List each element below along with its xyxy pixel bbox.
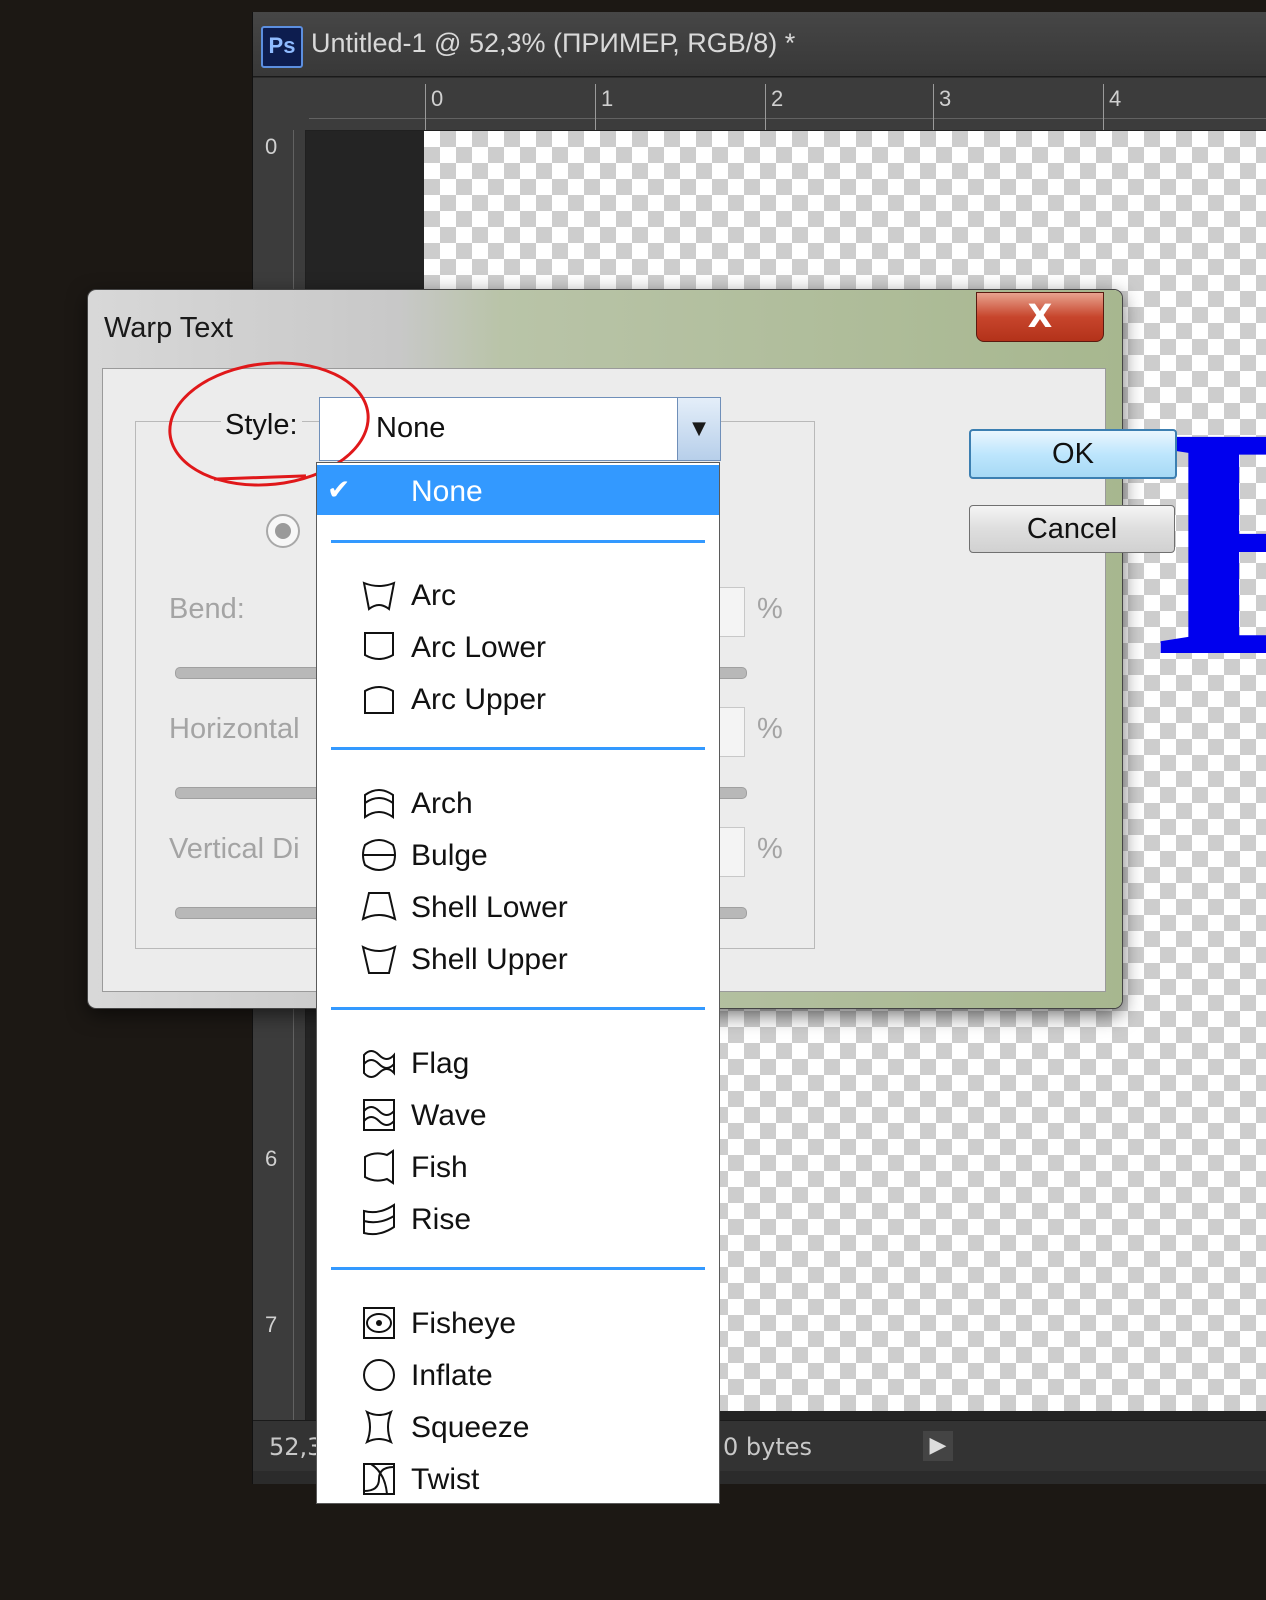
style-option-label: Bulge xyxy=(411,839,488,872)
style-option-label: Arc Upper xyxy=(411,683,547,716)
ruler-label: 0 xyxy=(265,134,278,159)
arc-icon xyxy=(362,581,396,611)
bulge-icon xyxy=(362,839,396,871)
chevron-down-icon[interactable]: ▼ xyxy=(677,398,720,460)
ruler-label: 2 xyxy=(771,86,784,111)
style-option-label: Shell Lower xyxy=(411,891,568,924)
document-titlebar[interactable]: Ps Untitled-1 @ 52,3% (ПРИМЕР, RGB/8) * xyxy=(253,12,1266,77)
style-option-squeeze[interactable]: Squeeze xyxy=(317,1401,719,1451)
flag-icon xyxy=(363,1050,395,1078)
ruler-label: 6 xyxy=(265,1146,278,1171)
cancel-button[interactable]: Cancel xyxy=(969,505,1175,553)
style-option-arch[interactable]: Arch xyxy=(317,777,719,827)
style-option-label: Shell Upper xyxy=(411,943,568,976)
ruler-label: 1 xyxy=(601,86,614,111)
horizontal-orientation-radio[interactable] xyxy=(266,514,300,548)
style-option-flag[interactable]: Flag xyxy=(317,1037,719,1087)
document-title: Untitled-1 @ 52,3% (ПРИМЕР, RGB/8) * xyxy=(311,28,796,58)
vertical-distortion-label: Vertical Di xyxy=(169,833,300,865)
inflate-icon xyxy=(363,1359,395,1391)
style-option-fish[interactable]: Fish xyxy=(317,1141,719,1191)
style-option-rise[interactable]: Rise xyxy=(317,1193,719,1243)
style-option-label: Twist xyxy=(411,1463,480,1496)
style-option-arc-lower[interactable]: Arc Lower xyxy=(317,621,719,671)
shell-upper-icon xyxy=(361,945,397,974)
style-option-label: Fish xyxy=(411,1151,468,1184)
style-option-bulge[interactable]: Bulge xyxy=(317,829,719,879)
style-option-none[interactable]: ✔ None xyxy=(317,465,719,515)
squeeze-icon xyxy=(365,1409,393,1445)
style-option-arc-upper[interactable]: Arc Upper xyxy=(317,673,719,723)
style-option-fisheye[interactable]: Fisheye xyxy=(317,1297,719,1347)
arc-lower-icon xyxy=(364,632,394,660)
fisheye-icon xyxy=(363,1307,395,1339)
bend-label: Bend: xyxy=(169,593,245,625)
style-option-label: Inflate xyxy=(411,1359,493,1392)
style-option-label: Arc xyxy=(411,579,456,612)
document-size-readout: 0 bytes xyxy=(723,1433,813,1461)
vertical-percent: % xyxy=(757,833,783,865)
separator xyxy=(331,747,705,750)
ruler-label: 0 xyxy=(431,86,444,111)
bend-percent: % xyxy=(757,593,783,625)
style-option-label: Wave xyxy=(411,1099,487,1132)
style-option-twist[interactable]: Twist xyxy=(317,1453,719,1503)
style-dropdown-list: ✔ None Arc Arc Lower Arc Upper Arch Bulg… xyxy=(316,462,720,1504)
separator xyxy=(331,540,705,543)
ruler-label: 3 xyxy=(939,86,952,111)
ruler-label: 4 xyxy=(1109,86,1122,111)
ok-button[interactable]: OK xyxy=(969,429,1177,479)
style-option-label: Fisheye xyxy=(411,1307,517,1340)
style-option-shell-lower[interactable]: Shell Lower xyxy=(317,881,719,931)
style-select-value: None xyxy=(376,412,446,444)
style-option-inflate[interactable]: Inflate xyxy=(317,1349,719,1399)
twist-icon xyxy=(363,1463,395,1495)
fish-icon xyxy=(364,1149,394,1185)
zoom-readout[interactable]: 52,3 xyxy=(269,1433,322,1461)
close-button[interactable]: X xyxy=(976,292,1104,342)
style-option-shell-upper[interactable]: Shell Upper xyxy=(317,933,719,983)
style-option-label: Arch xyxy=(411,787,473,820)
photoshop-logo-icon: Ps xyxy=(261,26,303,68)
ruler-label: 7 xyxy=(265,1312,278,1337)
rise-icon xyxy=(363,1203,395,1236)
style-option-wave[interactable]: Wave xyxy=(317,1089,719,1139)
separator xyxy=(331,1267,705,1270)
horizontal-distortion-label: Horizontal xyxy=(169,713,300,745)
style-option-arc[interactable]: Arc xyxy=(317,569,719,619)
status-menu-arrow-icon[interactable]: ▶ xyxy=(923,1431,953,1461)
style-option-label: Flag xyxy=(411,1047,470,1080)
dialog-title: Warp Text xyxy=(104,312,233,344)
shell-lower-icon xyxy=(361,892,397,921)
style-option-label: None xyxy=(411,475,483,508)
arc-upper-icon xyxy=(364,686,394,714)
style-option-label: Squeeze xyxy=(411,1411,530,1444)
style-option-label: Rise xyxy=(411,1203,472,1236)
horizontal-percent: % xyxy=(757,713,783,745)
style-option-label: Arc Lower xyxy=(411,631,547,664)
checkmark-icon: ✔ xyxy=(327,473,351,506)
wave-icon xyxy=(363,1099,395,1131)
horizontal-ruler[interactable]: 0 1 2 3 4 xyxy=(253,78,1266,131)
separator xyxy=(331,1007,705,1010)
style-select[interactable]: None ▼ xyxy=(319,397,721,461)
arch-icon xyxy=(364,789,394,819)
